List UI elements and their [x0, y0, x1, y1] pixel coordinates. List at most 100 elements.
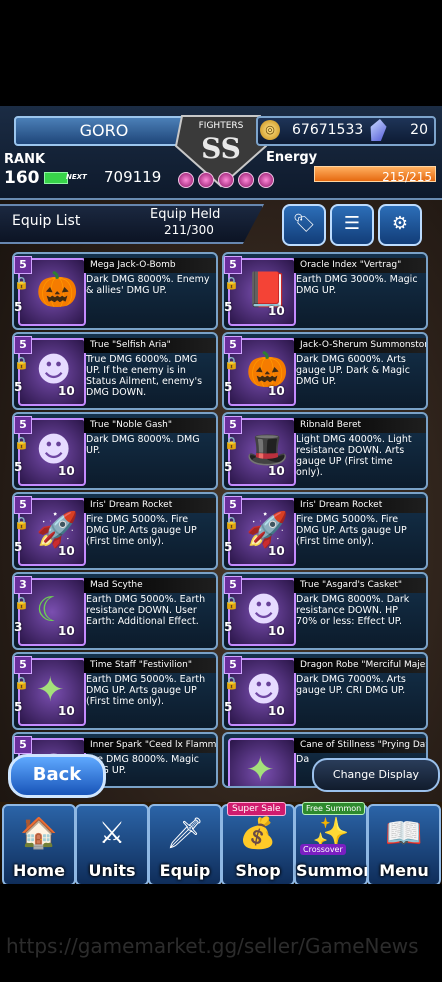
lock-icon[interactable]: 🔒 — [14, 276, 29, 290]
equip-card[interactable]: 🎃 5 🔒 5 10 Jack-O-Sherum Summonstone Dar… — [222, 332, 428, 410]
status-bar-area — [0, 0, 442, 106]
nav-equip[interactable]: 🗡 Equip — [148, 804, 222, 884]
sort-filter-button[interactable]: ☰ — [330, 204, 374, 246]
energy-label: Energy — [266, 150, 318, 165]
rank-label: RANK — [4, 152, 46, 167]
rarity-stars: 5 — [14, 380, 23, 394]
rarity-stars: 5 — [224, 620, 233, 634]
nav-units[interactable]: ⚔ Units — [75, 804, 149, 884]
nav-home[interactable]: 🏠 Home — [2, 804, 76, 884]
settings-button[interactable]: ⚙ — [378, 204, 422, 246]
orb-icon — [198, 172, 214, 188]
equip-name: Dragon Robe "Merciful Majesty" — [294, 658, 426, 673]
equip-card[interactable]: 🚀 5 🔒 5 10 Iris' Dream Rocket Fire DMG 5… — [222, 492, 428, 570]
rarity-badge: 5 — [224, 256, 242, 274]
staff-icon: ✦ — [246, 750, 275, 788]
exp-bar — [44, 172, 68, 184]
next-label: NEXT — [66, 173, 87, 181]
orb-icon — [238, 172, 254, 188]
nav-menu[interactable]: 📖 Menu — [367, 804, 441, 884]
equip-card[interactable]: ✦ 5 🔒 5 10 Time Staff "Festivilion" Eart… — [12, 652, 218, 730]
game-screen: GORO RANK 160 NEXT 709119 FIGHTERS SS ◎ … — [0, 106, 442, 884]
crystal-icon — [368, 119, 388, 141]
equip-name: True "Asgard's Casket" — [294, 578, 426, 593]
equip-name: Ribnald Beret — [294, 418, 426, 433]
equip-description: Fire DMG 5000%. Fire DMG UP. Arts gauge … — [296, 514, 407, 547]
equip-description: Earth DMG 5000%. Earth DMG UP. Arts gaug… — [86, 674, 206, 707]
lock-icon[interactable]: 🔒 — [14, 596, 29, 610]
equip-held-label: Equip Held — [150, 207, 221, 222]
rarity-badge: 5 — [14, 336, 32, 354]
lock-icon[interactable]: 🔒 — [224, 436, 239, 450]
gold-value: 67671533 — [292, 122, 364, 138]
equip-name: True "Noble Gash" — [84, 418, 216, 433]
pumpkin-icon: 🎃 — [36, 270, 79, 310]
tag-icon: 🏷 — [292, 213, 316, 234]
energy-value: 215/215 — [382, 170, 432, 184]
equip-level: 10 — [268, 384, 285, 398]
lock-icon[interactable]: 🔒 — [14, 436, 29, 450]
rarity-badge: 5 — [14, 656, 32, 674]
lock-icon[interactable]: 🔒 — [14, 676, 29, 690]
lock-icon[interactable]: 🔒 — [224, 596, 239, 610]
equip-card[interactable]: 🚀 5 🔒 5 10 Iris' Dream Rocket Fire DMG 5… — [12, 492, 218, 570]
equip-level: 10 — [268, 304, 285, 318]
lock-icon[interactable]: 🔒 — [224, 276, 239, 290]
back-button[interactable]: Back — [8, 754, 106, 798]
sliders-icon: ☰ — [343, 213, 361, 234]
orb-icon — [178, 172, 194, 188]
rarity-stars: 5 — [14, 300, 23, 314]
nav-label: Summon — [296, 861, 375, 880]
equip-card[interactable]: ☻ 5 🔒 5 10 True "Asgard's Casket" Dark D… — [222, 572, 428, 650]
rarity-stars: 5 — [224, 460, 233, 474]
rarity-stars: 5 — [14, 540, 23, 554]
gear-icon: ⚙ — [391, 213, 409, 234]
equip-level: 10 — [268, 624, 285, 638]
lock-icon[interactable]: 🔒 — [14, 356, 29, 370]
rarity-badge: 5 — [14, 736, 32, 754]
emblem-top-text: FIGHTERS — [199, 121, 244, 131]
rarity-stars: 5 — [14, 700, 23, 714]
lock-icon[interactable]: 🔒 — [14, 516, 29, 530]
equip-name: Cane of Stillness "Prying Dawn" — [294, 738, 426, 753]
watermark-text: https://gamemarket.gg/seller/GameNews — [6, 934, 419, 958]
nav-shop[interactable]: Super Sale 💰 Shop — [221, 802, 295, 884]
rarity-badge: 5 — [224, 576, 242, 594]
equip-card[interactable]: ☻ 5 🔒 5 10 True "Noble Gash" Dark DMG 80… — [12, 412, 218, 490]
equip-card[interactable]: 🎩 5 🔒 5 10 Ribnald Beret Light DMG 4000%… — [222, 412, 428, 490]
lock-icon[interactable]: 🔒 — [224, 676, 239, 690]
equip-card[interactable]: 📕 5 🔒 5 10 Oracle Index "Vertrag" Earth … — [222, 252, 428, 330]
equip-card[interactable]: ☻ 5 🔒 5 10 Dragon Robe "Merciful Majesty… — [222, 652, 428, 730]
equip-name: Mega Jack-O-Bomb — [84, 258, 216, 273]
units-icon: ⚔ — [98, 816, 126, 851]
crossover-badge: Crossover — [300, 844, 346, 855]
rank-value: 160 — [4, 168, 40, 188]
equip-level: 10 — [268, 704, 285, 718]
equip-held-value: 211/300 — [164, 223, 214, 237]
rarity-stars: 5 — [14, 460, 23, 474]
nav-label: Units — [88, 861, 136, 880]
equip-name: Iris' Dream Rocket — [294, 498, 426, 513]
rarity-badge: 5 — [14, 256, 32, 274]
nav-label: Shop — [235, 861, 281, 880]
equip-card[interactable]: 🎃 5 🔒 5 Mega Jack-O-Bomb Dark DMG 8000%.… — [12, 252, 218, 330]
lock-icon[interactable]: 🔒 — [224, 516, 239, 530]
rarity-stars: 5 — [224, 300, 233, 314]
tag-filter-button[interactable]: 🏷 — [282, 204, 326, 246]
currency-panel: ◎ 67671533 20 — [256, 116, 436, 146]
equip-icon-frame: ✦ — [228, 738, 296, 788]
nav-summon[interactable]: Free Summon ✨ Crossover Summon — [294, 802, 375, 884]
equip-name: Oracle Index "Vertrag" — [294, 258, 426, 273]
change-display-button[interactable]: Change Display — [312, 758, 440, 792]
equip-description: Earth DMG 5000%. Earth resistance DOWN. … — [86, 594, 206, 627]
equip-card[interactable]: ☻ 5 🔒 5 10 True "Selfish Aria" True DMG … — [12, 332, 218, 410]
equip-description: Dark DMG 7000%. Arts gauge UP. CRI DMG U… — [296, 674, 406, 696]
equip-level: 10 — [58, 704, 75, 718]
rarity-badge: 5 — [224, 496, 242, 514]
equip-list-title: Equip List — [12, 213, 81, 229]
equip-card[interactable]: ☾ 3 🔒 3 10 Mad Scythe Earth DMG 5000%. E… — [12, 572, 218, 650]
free-summon-badge: Free Summon — [302, 802, 366, 815]
lock-icon[interactable]: 🔒 — [224, 356, 239, 370]
orb-icon — [218, 172, 234, 188]
home-icon: 🏠 — [20, 816, 58, 851]
